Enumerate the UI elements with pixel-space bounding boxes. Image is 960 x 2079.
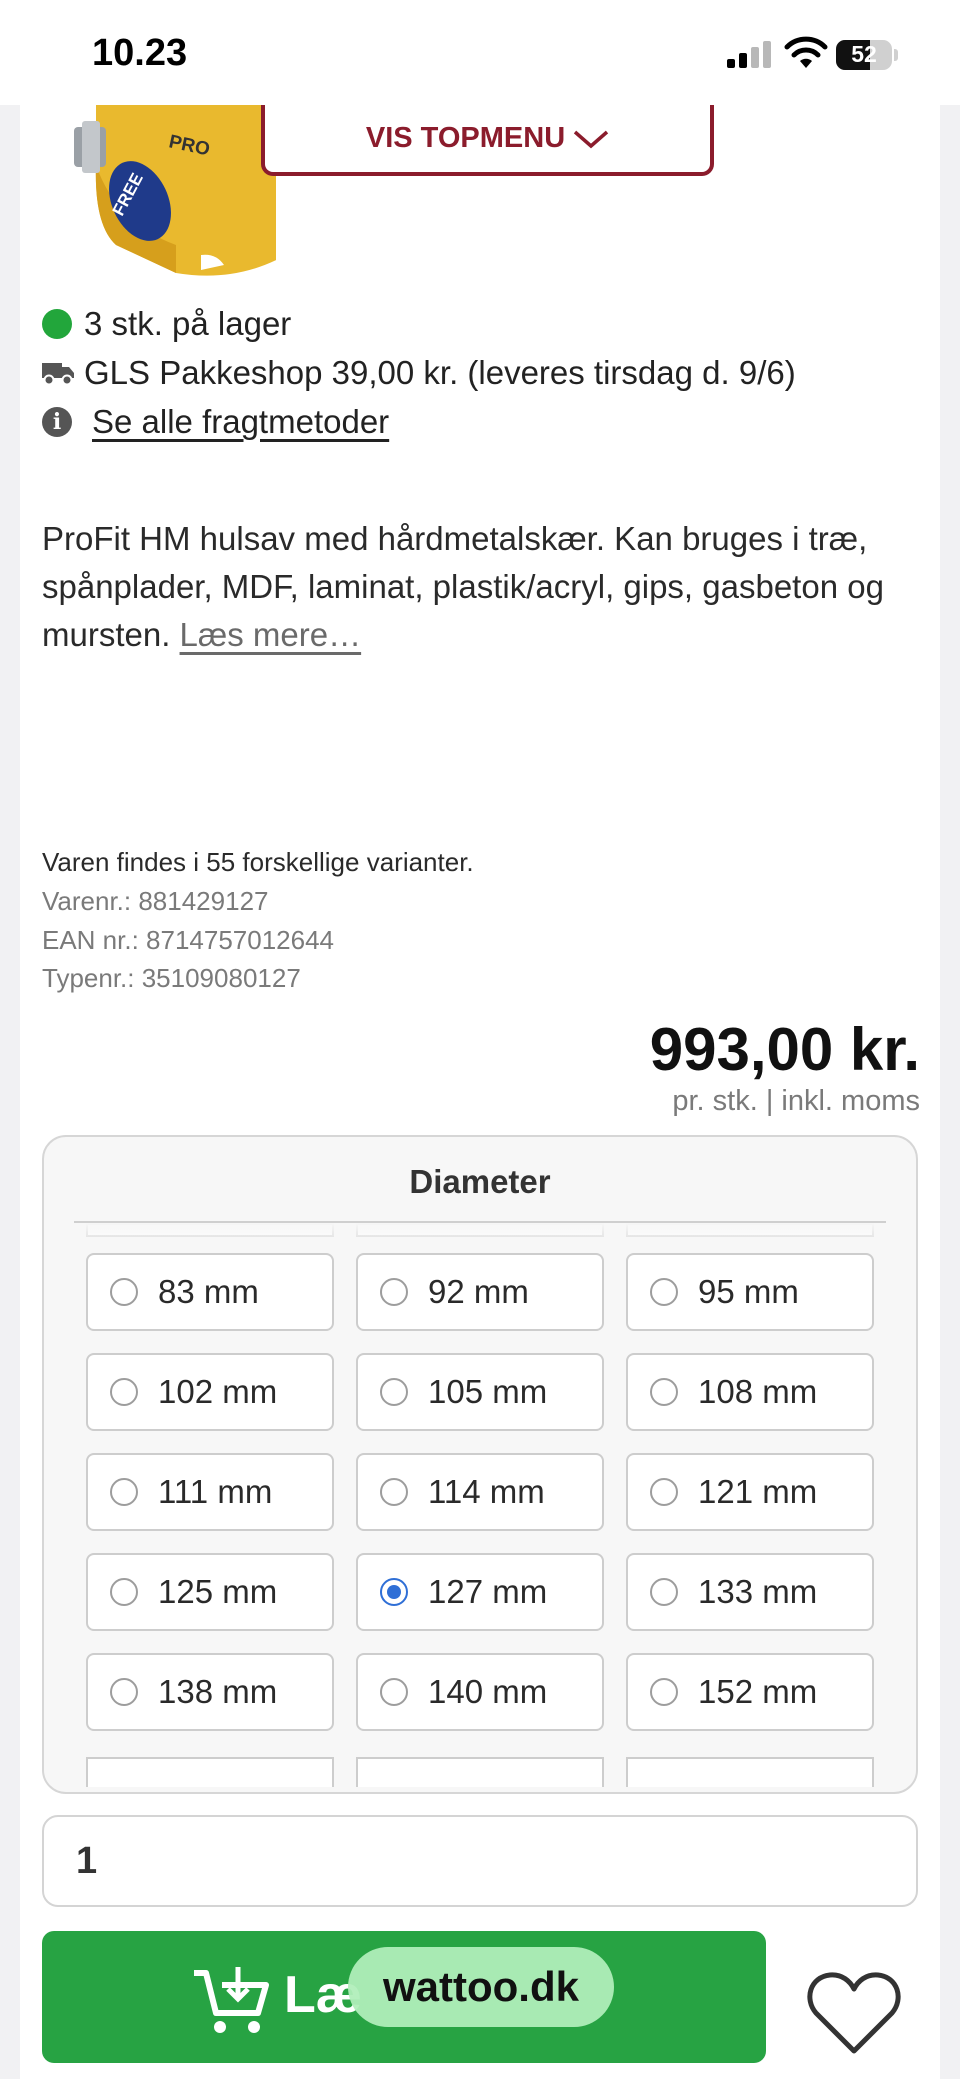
product-description: ProFit HM hulsav med hårdmetalskær. Kan …: [42, 515, 942, 659]
diameter-option-label: 95 mm: [698, 1273, 799, 1310]
battery-percent: 52: [851, 41, 877, 67]
type-number: Typenr.: 35109080127: [42, 963, 301, 993]
radio-button[interactable]: [380, 1678, 408, 1706]
diameter-option-label: 140 mm: [428, 1673, 548, 1710]
radio-button[interactable]: [650, 1378, 678, 1406]
diameter-option-label: 92 mm: [428, 1273, 529, 1310]
status-time: 10.23: [92, 32, 188, 74]
chevron-down-icon: [573, 130, 609, 148]
read-more-link[interactable]: Læs mere…: [180, 616, 362, 653]
diameter-option[interactable]: 83 mm: [86, 1253, 334, 1331]
green-status-dot-icon: [42, 309, 72, 339]
status-bar: 10.23 52: [0, 0, 960, 105]
radio-button[interactable]: [110, 1378, 138, 1406]
product-card: PRO FREE VIS TOPMENU 3 stk. på lager GLS…: [20, 105, 940, 2079]
ean-number: EAN nr.: 8714757012644: [42, 925, 335, 955]
shipping-text: GLS Pakkeshop 39,00 kr. (leveres tirsdag…: [84, 354, 796, 391]
stock-text: 3 stk. på lager: [84, 305, 292, 342]
diameter-option[interactable]: 140 mm: [356, 1653, 604, 1731]
radio-button[interactable]: [650, 1478, 678, 1506]
vis-topmenu-button[interactable]: VIS TOPMENU: [261, 105, 714, 176]
heart-icon[interactable]: [806, 1969, 902, 2057]
diameter-selector[interactable]: Diameter 83 mm 92 mm 95 mm 102 mm 105 mm 108 …: [42, 1135, 918, 1794]
truck-icon: [42, 363, 74, 386]
diameter-option-label: 111 mm: [158, 1473, 273, 1510]
diameter-option-label: 114 mm: [428, 1473, 545, 1510]
diameter-option[interactable]: 138 mm: [86, 1653, 334, 1731]
diameter-option[interactable]: 105 mm: [356, 1353, 604, 1431]
diameter-option-label: 152 mm: [698, 1673, 818, 1710]
diameter-option-label: 121 mm: [698, 1473, 818, 1510]
diameter-option[interactable]: 108 mm: [626, 1353, 874, 1431]
wifi-icon: [784, 36, 828, 68]
diameter-option[interactable]: 121 mm: [626, 1453, 874, 1531]
price: 993,00 kr.: [649, 1016, 920, 1083]
diameter-option[interactable]: 152 mm: [626, 1653, 874, 1731]
diameter-option[interactable]: 102 mm: [86, 1353, 334, 1431]
diameter-option-label: 127 mm: [428, 1573, 548, 1610]
variants-text: Varen findes i 55 forskellige varianter.: [42, 847, 474, 877]
radio-button[interactable]: [650, 1678, 678, 1706]
diameter-option[interactable]: 111 mm: [86, 1453, 334, 1531]
diameter-option[interactable]: 133 mm: [626, 1553, 874, 1631]
radio-button[interactable]: [650, 1278, 678, 1306]
diameter-option[interactable]: 114 mm: [356, 1453, 604, 1531]
radio-button[interactable]: [110, 1278, 138, 1306]
quantity-input[interactable]: 1: [42, 1815, 918, 1907]
radio-button[interactable]: [650, 1578, 678, 1606]
radio-button[interactable]: [110, 1578, 138, 1606]
radio-button[interactable]: [380, 1278, 408, 1306]
diameter-title: Diameter: [409, 1163, 551, 1200]
diameter-option-label: 133 mm: [698, 1573, 818, 1610]
description-text: ProFit HM hulsav med hårdmetalskær. Kan …: [42, 520, 884, 653]
watermark-badge: wattoo.dk: [348, 1947, 614, 2027]
diameter-option-label: 125 mm: [158, 1573, 278, 1610]
price-note: pr. stk. | inkl. moms: [672, 1085, 920, 1117]
cart-add-icon: [194, 1967, 269, 2033]
item-number: Varenr.: 881429127: [42, 886, 269, 916]
diameter-option[interactable]: 95 mm: [626, 1253, 874, 1331]
diameter-option-label: 108 mm: [698, 1373, 818, 1410]
diameter-option-label: 138 mm: [158, 1673, 278, 1710]
radio-button[interactable]: [380, 1478, 408, 1506]
battery-icon: 52: [836, 40, 892, 70]
product-image[interactable]: PRO FREE: [56, 105, 276, 280]
diameter-option[interactable]: 125 mm: [86, 1553, 334, 1631]
radio-button[interactable]: [380, 1378, 408, 1406]
info-icon: i: [42, 407, 72, 437]
vis-topmenu-label: VIS TOPMENU: [365, 122, 566, 154]
radio-button[interactable]: [110, 1678, 138, 1706]
cellular-signal-icon: [727, 41, 771, 68]
diameter-option-label: 105 mm: [428, 1373, 548, 1410]
radio-button[interactable]: [110, 1478, 138, 1506]
shipping-methods-row: i Se alle fragtmetoder: [42, 403, 389, 441]
stock-status: 3 stk. på lager: [42, 305, 291, 343]
radio-button[interactable]: [380, 1578, 408, 1606]
diameter-option-label: 102 mm: [158, 1373, 278, 1410]
diameter-option[interactable]: 127 mm: [356, 1553, 604, 1631]
shipping-methods-link[interactable]: Se alle fragtmetoder: [92, 403, 389, 441]
shipping-info: GLS Pakkeshop 39,00 kr. (leveres tirsdag…: [42, 354, 796, 392]
diameter-option-label: 83 mm: [158, 1273, 259, 1310]
diameter-option[interactable]: 92 mm: [356, 1253, 604, 1331]
